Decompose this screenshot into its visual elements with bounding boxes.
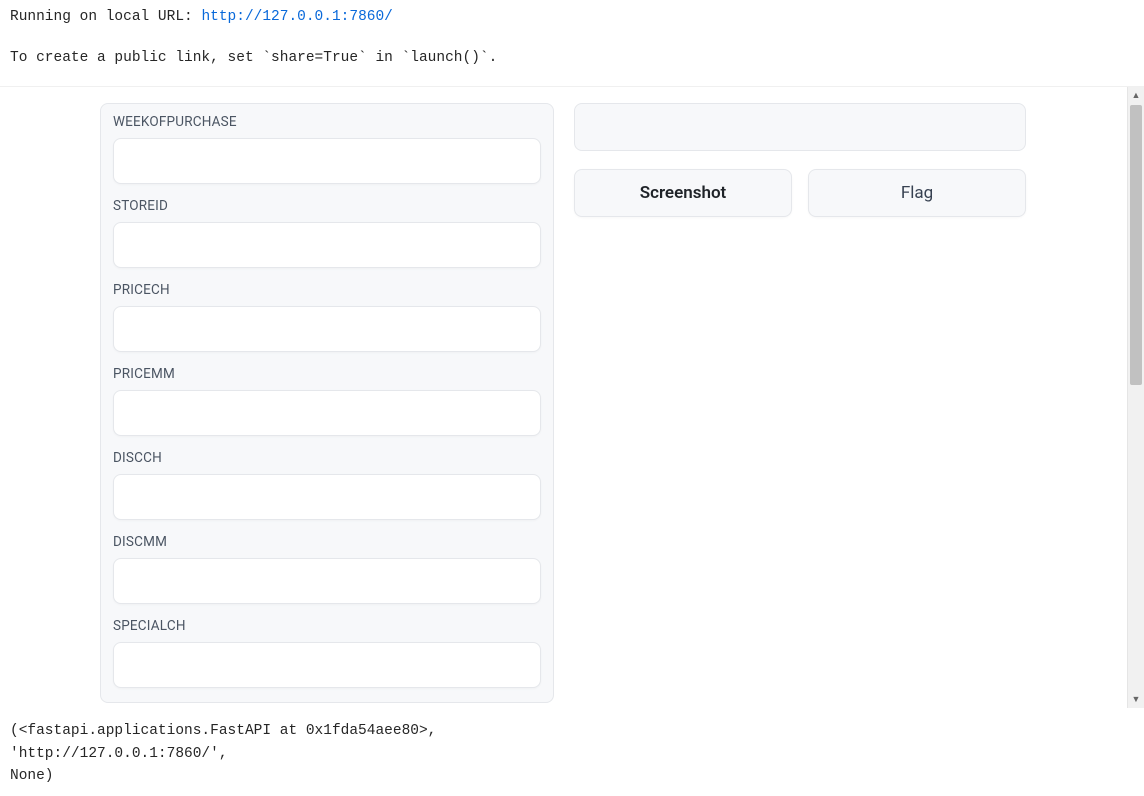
output-tuple-line1: (<fastapi.applications.FastAPI at 0x1fda… [10, 720, 1134, 742]
field-discmm: DISCMM [113, 534, 541, 604]
field-label: STOREID [113, 198, 541, 214]
field-specialch: SPECIALCH [113, 618, 541, 688]
output-tuple-line2: 'http://127.0.0.1:7860/', [10, 743, 1134, 765]
console-line-running: Running on local URL: http://127.0.0.1:7… [10, 6, 1134, 29]
scroll-up-arrow-icon[interactable]: ▲ [1128, 87, 1144, 104]
gradio-app: WEEKOFPURCHASE STOREID PRICECH PRICEMM D… [0, 87, 1127, 708]
screenshot-button[interactable]: Screenshot [574, 169, 792, 217]
console-output-bottom: (<fastapi.applications.FastAPI at 0x1fda… [0, 708, 1144, 787]
field-discch: DISCCH [113, 450, 541, 520]
field-label: DISCCH [113, 450, 541, 466]
specialch-input[interactable] [113, 642, 541, 688]
gradio-iframe-container: WEEKOFPURCHASE STOREID PRICECH PRICEMM D… [0, 86, 1144, 708]
field-storeid: STOREID [113, 198, 541, 268]
local-url-link[interactable]: http://127.0.0.1:7860/ [201, 9, 392, 25]
gradio-columns: WEEKOFPURCHASE STOREID PRICECH PRICEMM D… [100, 103, 1039, 703]
input-panel: WEEKOFPURCHASE STOREID PRICECH PRICEMM D… [100, 103, 554, 703]
field-label: WEEKOFPURCHASE [113, 114, 541, 130]
flag-button[interactable]: Flag [808, 169, 1026, 217]
scrollbar-thumb[interactable] [1130, 105, 1142, 385]
field-weekofpurchase: WEEKOFPURCHASE [113, 114, 541, 184]
field-label: PRICECH [113, 282, 541, 298]
output-panel-column: Screenshot Flag [574, 103, 1026, 217]
button-row: Screenshot Flag [574, 169, 1026, 217]
field-label: PRICEMM [113, 366, 541, 382]
field-pricech: PRICECH [113, 282, 541, 352]
running-prefix: Running on local URL: [10, 9, 201, 25]
pricech-input[interactable] [113, 306, 541, 352]
console-output-top: Running on local URL: http://127.0.0.1:7… [0, 0, 1144, 70]
output-tuple-line3: None) [10, 765, 1134, 787]
vertical-scrollbar[interactable]: ▲ ▼ [1127, 87, 1144, 708]
discch-input[interactable] [113, 474, 541, 520]
console-line-share-hint: To create a public link, set `share=True… [10, 47, 1134, 70]
discmm-input[interactable] [113, 558, 541, 604]
storeid-input[interactable] [113, 222, 541, 268]
field-label: DISCMM [113, 534, 541, 550]
pricemm-input[interactable] [113, 390, 541, 436]
scroll-down-arrow-icon[interactable]: ▼ [1128, 691, 1144, 708]
field-pricemm: PRICEMM [113, 366, 541, 436]
weekofpurchase-input[interactable] [113, 138, 541, 184]
field-label: SPECIALCH [113, 618, 541, 634]
output-display [574, 103, 1026, 151]
